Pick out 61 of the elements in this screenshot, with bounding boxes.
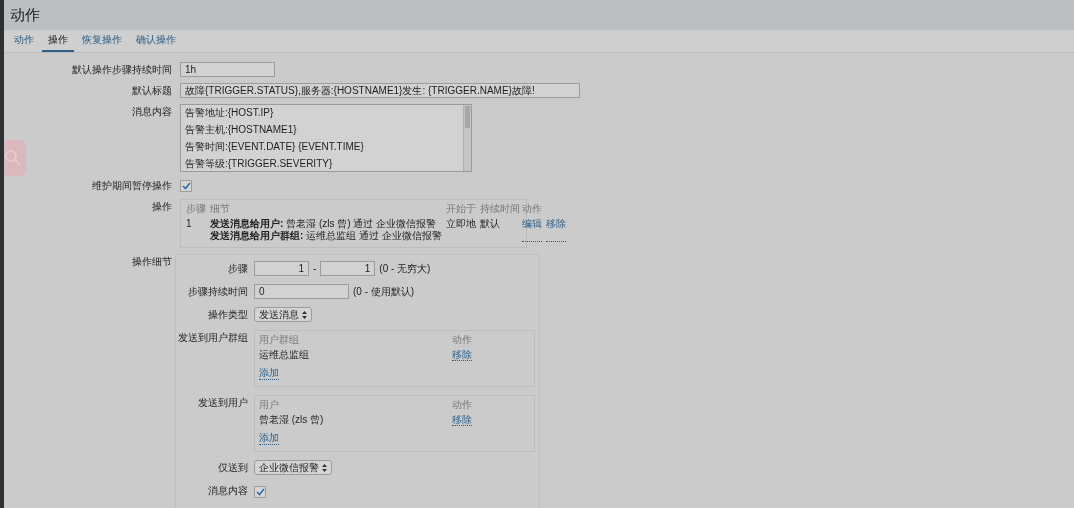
field-label: 步骤 (227, 262, 249, 276)
column-header: 动作 (452, 399, 473, 411)
input-field[interactable]: 1h (180, 62, 275, 77)
column-header: 用户群组 (259, 334, 300, 346)
tab[interactable]: 操作 (42, 30, 74, 52)
text-line: 告警等级:{TRIGGER.SEVERITY} (185, 159, 334, 169)
checkbox[interactable] (254, 485, 266, 498)
add-link[interactable]: 添加 (259, 367, 279, 380)
operation-detail: 发送消息给用户: 曾老湿 (zls 曾) 通过 企业微信报警 (210, 218, 438, 230)
checkbox[interactable] (180, 180, 192, 192)
field-label: 仅送到 (217, 461, 249, 475)
column-header: 动作 (452, 334, 473, 346)
field-label: 操作 (151, 200, 173, 214)
field-label: 发送到用户 (197, 396, 249, 410)
field-label: 发送到用户群组 (177, 331, 249, 345)
operation-detail: 发送消息给用户群组: 运维总监组 通过 企业微信报警 (210, 230, 442, 242)
input-field[interactable]: 故障{TRIGGER.STATUS},服务器:{HOSTNAME1}发生: {TRIGGER.NAME}故障! (180, 83, 580, 98)
table-cell-text: 曾老湿 (zls 曾) (259, 414, 325, 426)
dropdown[interactable]: 企业微信报警 (254, 460, 332, 475)
input-field[interactable]: 1 (320, 261, 376, 276)
column-header: 动作 (521, 203, 543, 215)
scrollbar[interactable] (463, 105, 471, 171)
text-line: 告警地址:{HOST.IP} (185, 108, 275, 118)
hint-text: (0 - 无穷大) (379, 262, 431, 275)
column-header: 步骤 (186, 203, 206, 215)
remove-link[interactable]: 移除 (452, 414, 472, 426)
table-cell-text: 默认 (479, 218, 501, 231)
table-cell-text: 立即地 (445, 218, 476, 231)
text-line: 告警时间:{EVENT.DATE} {EVENT.TIME} (185, 142, 365, 152)
field-label: 步骤持续时间 (187, 285, 249, 299)
range-separator: - (313, 262, 317, 275)
field-label: 维护期间暂停操作 (91, 179, 173, 193)
column-header: 细节 (210, 203, 231, 215)
action-link[interactable]: 移除 (545, 218, 566, 242)
column-header: 用户 (259, 399, 280, 411)
field-label: 默认操作步骤持续时间 (71, 63, 173, 77)
hint-text: (0 - 使用默认) (353, 285, 415, 298)
field-label: 消息内容 (207, 484, 249, 498)
tab[interactable]: 动作 (8, 30, 40, 52)
field-label: 操作细节 (131, 255, 173, 269)
field-label: 默认标题 (131, 84, 173, 98)
page-title: 动作 (10, 9, 40, 21)
table-cell-text: 1 (186, 218, 193, 231)
text-area[interactable]: 告警地址:{HOST.IP} 告警主机:{HOSTNAME1} 告警时间:{EVENT.DATE} {EVENT.TIME} 告警等级:{TRIGGER.SEVERITY} (180, 104, 472, 172)
input-field[interactable]: 0 (254, 284, 349, 299)
remove-link[interactable]: 移除 (452, 349, 472, 361)
text-line: 告警主机:{HOSTNAME1} (185, 125, 298, 135)
column-header: 持续时间 (479, 203, 518, 215)
tab[interactable]: 确认操作 (130, 30, 182, 52)
field-label: 操作类型 (207, 308, 249, 322)
dropdown[interactable]: 发送消息 (254, 307, 312, 322)
updown-icon (322, 463, 327, 472)
add-link[interactable]: 添加 (259, 432, 279, 445)
column-header: 开始于 (445, 203, 476, 215)
search-icon (4, 149, 22, 167)
updown-icon (302, 310, 307, 319)
tab[interactable]: 恢复操作 (76, 30, 128, 52)
field-label: 消息内容 (131, 105, 173, 119)
action-link[interactable]: 编辑 (521, 218, 542, 242)
input-field[interactable]: 1 (254, 261, 309, 276)
table-cell-text: 运维总监组 (259, 349, 310, 361)
